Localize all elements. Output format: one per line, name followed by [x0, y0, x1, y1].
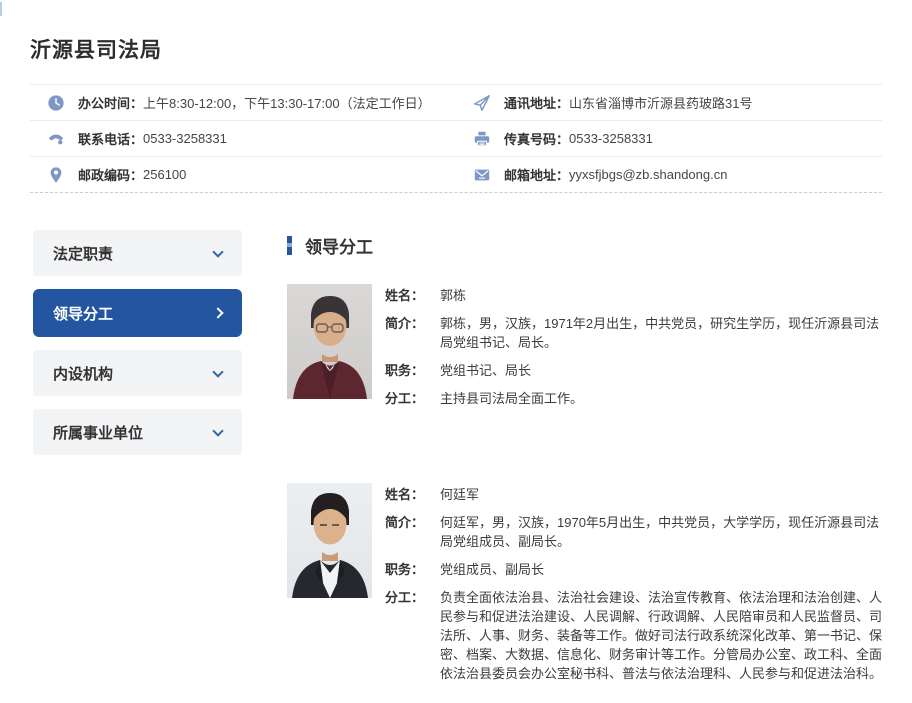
info-label: 通讯地址：: [504, 93, 569, 112]
page-container: 沂源县司法局 办公时间： 上午8:30-12:00，下午13:30-17:00（…: [0, 34, 912, 692]
field-label: 姓名：: [385, 286, 430, 305]
field-value: 党组书记、局长: [440, 361, 882, 380]
info-value: yyxsfjbgs@zb.shandong.cn: [569, 167, 727, 182]
field-value: 何廷军: [440, 485, 882, 504]
agency-info-table: 办公时间： 上午8:30-12:00，下午13:30-17:00（法定工作日） …: [30, 84, 882, 193]
leader-profile: 姓名： 何廷军 简介： 何廷军，男，汉族，1970年5月出生，中共党员，大学学历…: [287, 483, 882, 692]
info-label: 联系电话：: [78, 129, 143, 148]
field-label: 简介：: [385, 314, 430, 352]
window-edge-mark: [0, 2, 2, 16]
field-label: 简介：: [385, 513, 430, 551]
info-label: 办公时间：: [78, 93, 143, 112]
leader-fields: 姓名： 郭栋 简介： 郭栋，男，汉族，1971年2月出生，中共党员，研究生学历，…: [385, 284, 882, 417]
chevron-down-icon: [212, 246, 223, 257]
field-value: 党组成员、副局长: [440, 560, 882, 579]
info-value: 上午8:30-12:00，下午13:30-17:00（法定工作日）: [143, 93, 431, 112]
info-label: 邮政编码：: [78, 165, 143, 184]
main-panel: 领导分工: [242, 230, 882, 692]
info-label: 邮箱地址：: [504, 165, 569, 184]
pin-icon: [46, 165, 65, 184]
leader-fields: 姓名： 何廷军 简介： 何廷军，男，汉族，1970年5月出生，中共党员，大学学历…: [385, 483, 882, 692]
info-phone: 联系电话： 0533-3258331: [30, 120, 456, 156]
info-value: 0533-3258331: [569, 131, 653, 146]
field-name: 姓名： 何廷军: [385, 485, 882, 504]
field-value: 何廷军，男，汉族，1970年5月出生，中共党员，大学学历，现任沂源县司法局党组成…: [440, 513, 882, 551]
section-marker-icon: [287, 236, 292, 255]
section-header: 领导分工: [287, 235, 882, 255]
page-title: 沂源县司法局: [30, 34, 882, 64]
info-address: 通讯地址： 山东省淄博市沂源县药玻路31号: [456, 84, 882, 120]
chevron-down-icon: [212, 366, 223, 377]
info-value: 256100: [143, 167, 186, 182]
sidebar-item-legal-duties[interactable]: 法定职责: [33, 230, 242, 276]
info-label: 传真号码：: [504, 129, 569, 148]
field-label: 姓名：: [385, 485, 430, 504]
info-fax: 传真号码： 0533-3258331: [456, 120, 882, 156]
sidebar-item-label: 领导分工: [53, 303, 113, 324]
info-postcode: 邮政编码： 256100: [30, 156, 456, 192]
fax-icon: [472, 129, 491, 148]
field-label: 职务：: [385, 560, 430, 579]
sidebar-item-internal-orgs[interactable]: 内设机构: [33, 350, 242, 396]
field-value: 郭栋，男，汉族，1971年2月出生，中共党员，研究生学历，现任沂源县司法局党组书…: [440, 314, 882, 352]
field-bio: 简介： 郭栋，男，汉族，1971年2月出生，中共党员，研究生学历，现任沂源县司法…: [385, 314, 882, 352]
field-bio: 简介： 何廷军，男，汉族，1970年5月出生，中共党员，大学学历，现任沂源县司法…: [385, 513, 882, 551]
leader-profile: 姓名： 郭栋 简介： 郭栋，男，汉族，1971年2月出生，中共党员，研究生学历，…: [287, 284, 882, 417]
field-position: 职务： 党组书记、局长: [385, 361, 882, 380]
sidebar-nav: 法定职责 领导分工 内设机构 所属事业单位: [33, 230, 242, 468]
field-position: 职务： 党组成员、副局长: [385, 560, 882, 579]
phone-icon: [46, 129, 65, 148]
info-value: 山东省淄博市沂源县药玻路31号: [569, 93, 752, 112]
field-name: 姓名： 郭栋: [385, 286, 882, 305]
field-label: 分工：: [385, 389, 430, 408]
info-office-hours: 办公时间： 上午8:30-12:00，下午13:30-17:00（法定工作日）: [30, 84, 456, 120]
sidebar-item-label: 法定职责: [53, 243, 113, 264]
field-value: 郭栋: [440, 286, 882, 305]
sidebar-item-leadership-division[interactable]: 领导分工: [33, 289, 242, 337]
section-title: 领导分工: [305, 233, 373, 258]
field-label: 职务：: [385, 361, 430, 380]
sidebar-item-label: 所属事业单位: [53, 422, 143, 443]
mail-icon: [472, 165, 491, 184]
field-value: 主持县司法局全面工作。: [440, 389, 882, 408]
info-email: 邮箱地址： yyxsfjbgs@zb.shandong.cn: [456, 156, 882, 192]
send-icon: [472, 93, 491, 112]
sidebar-item-label: 内设机构: [53, 363, 113, 384]
chevron-down-icon: [212, 425, 223, 436]
chevron-right-icon: [212, 307, 223, 318]
info-value: 0533-3258331: [143, 131, 227, 146]
leader-photo: [287, 483, 372, 598]
content-area: 法定职责 领导分工 内设机构 所属事业单位 领导分工: [30, 230, 882, 692]
clock-icon: [46, 93, 65, 112]
sidebar-item-affiliated-units[interactable]: 所属事业单位: [33, 409, 242, 455]
field-duties: 分工： 主持县司法局全面工作。: [385, 389, 882, 408]
leader-photo: [287, 284, 372, 399]
